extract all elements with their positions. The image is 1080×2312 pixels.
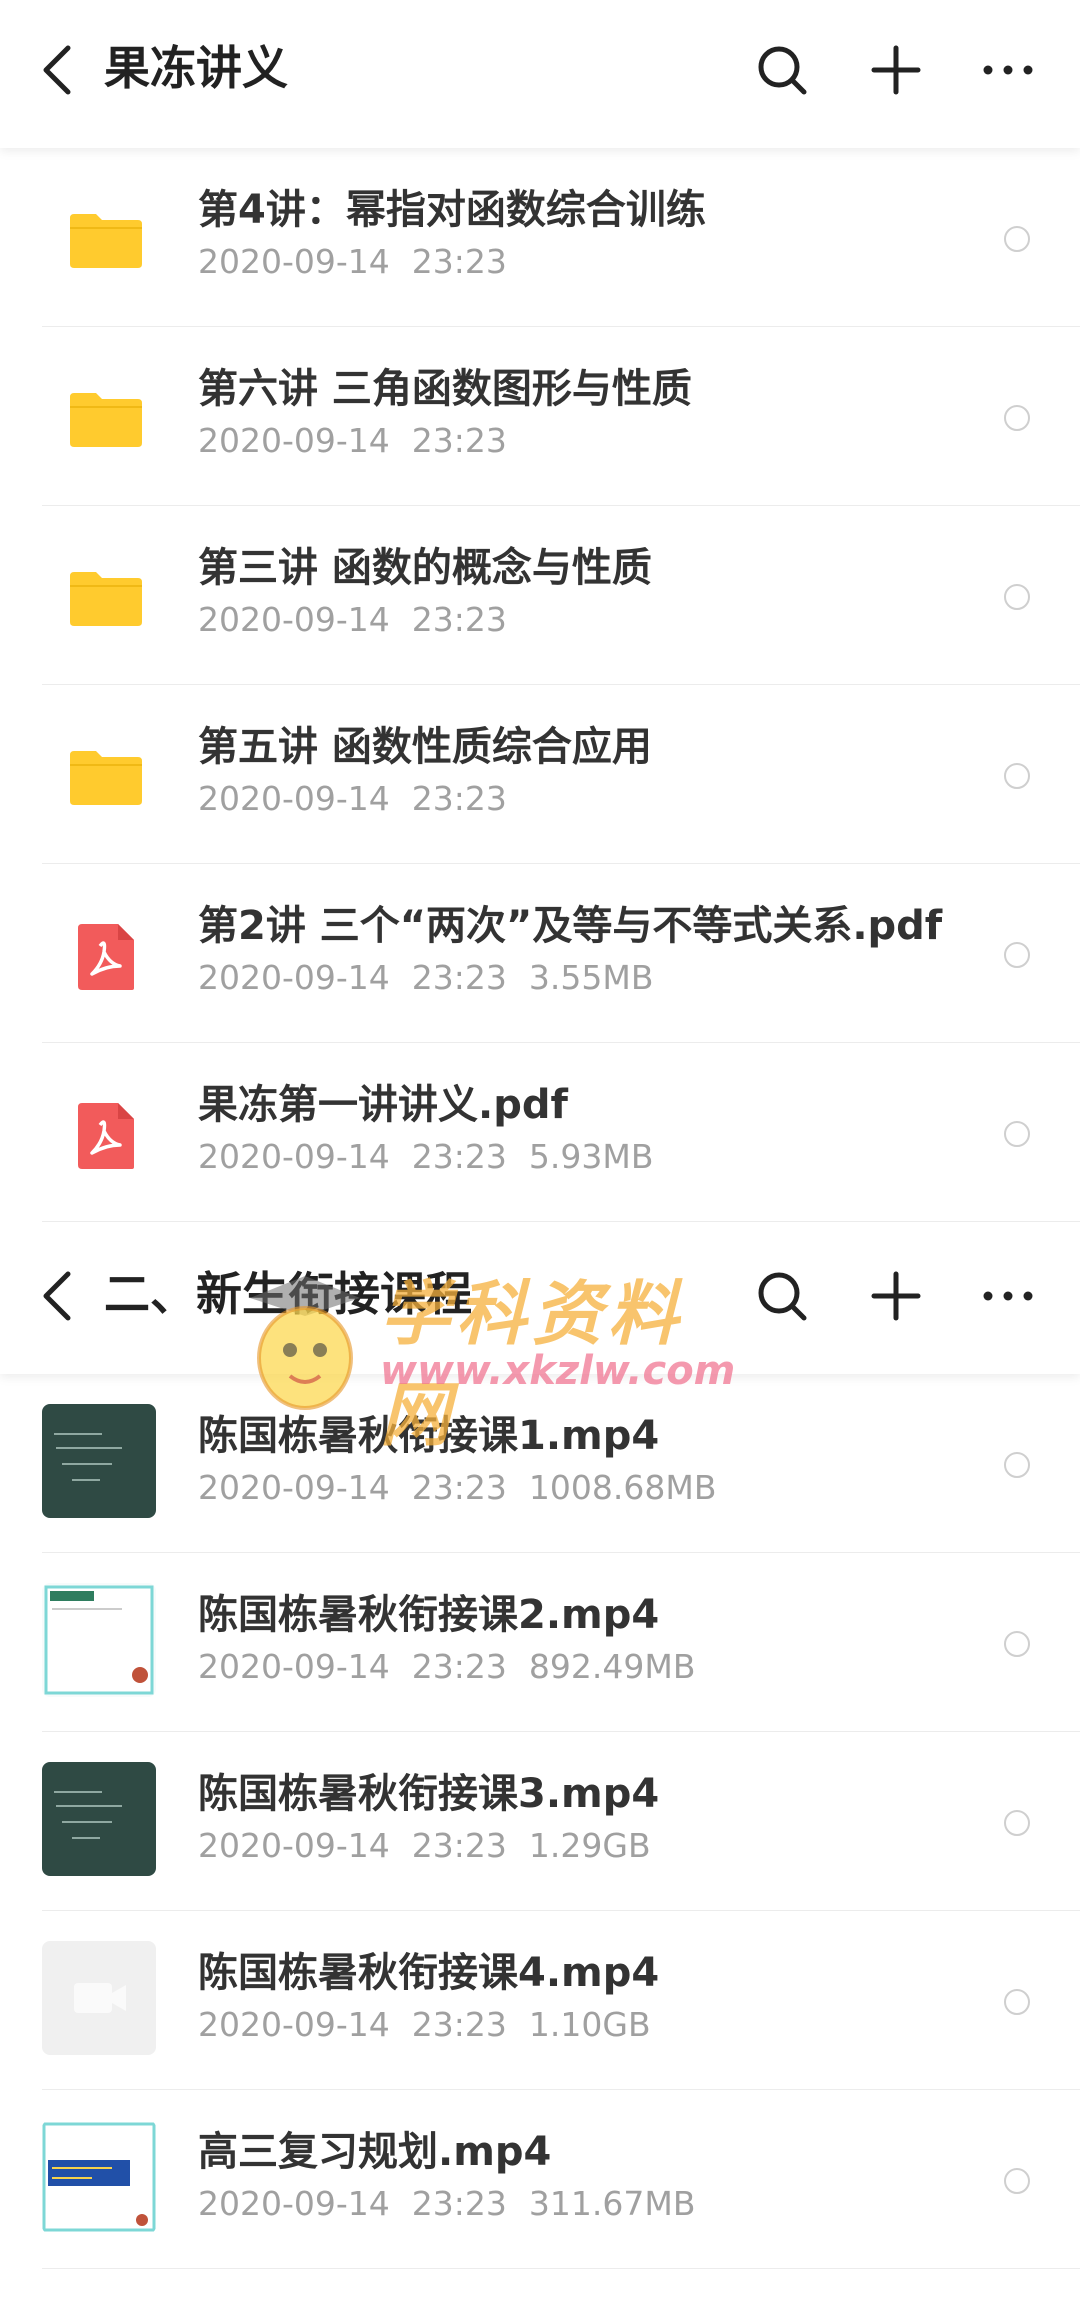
- file-size: 1.10GB: [528, 2005, 651, 2044]
- file-date: 2020-09-14: [198, 421, 390, 460]
- file-name: 陈国栋暑秋衔接课3.mp4: [198, 1771, 660, 1817]
- search-icon[interactable]: [752, 40, 812, 100]
- file-date: 2020-09-14: [198, 2005, 390, 2044]
- video-placeholder-icon: [42, 1941, 156, 2055]
- file-size: 5.93MB: [528, 1137, 654, 1176]
- file-name: 第六讲 三角函数图形与性质: [198, 366, 692, 412]
- file-date: 2020-09-14: [198, 242, 390, 281]
- add-button[interactable]: [866, 40, 926, 100]
- file-time: 23:23: [411, 779, 507, 818]
- file-time: 23:23: [411, 421, 507, 460]
- file-date: 2020-09-14: [198, 1826, 390, 1865]
- file-date: 2020-09-14: [198, 1137, 390, 1176]
- file-list: 第4讲：幂指对函数综合训练 2020-09-14 23:23 第六讲 三角函数图形与性…: [0, 148, 1080, 1222]
- file-meta: 2020-09-14 23:23: [198, 240, 529, 284]
- back-button[interactable]: [30, 40, 90, 100]
- file-row[interactable]: 陈国栋暑秋衔接课2.mp4 2020-09-14 23:23 892.49MB: [42, 1553, 1080, 1732]
- file-name: 高三复习规划.mp4: [198, 2129, 552, 2175]
- file-time: 23:23: [411, 242, 507, 281]
- file-row[interactable]: 陈国栋暑秋衔接课4.mp4 2020-09-14 23:23 1.10GB: [42, 1911, 1080, 2090]
- folder-screen-guodong: 果冻讲义 第4讲：幂指对函数综合训练 2020-09-14 23:23 第六讲 三角函…: [0, 0, 1080, 1226]
- file-size: 1008.68MB: [528, 1468, 717, 1507]
- file-row[interactable]: 高三复习规划.mp4 2020-09-14 23:23 311.67MB: [42, 2090, 1080, 2269]
- file-name: 陈国栋暑秋衔接课2.mp4: [198, 1592, 660, 1638]
- folder-icon: [70, 393, 142, 447]
- folder-row[interactable]: 第4讲：幂指对函数综合训练 2020-09-14 23:23: [42, 148, 1080, 327]
- file-time: 23:23: [411, 1468, 507, 1507]
- folder-icon: [70, 214, 142, 268]
- back-button[interactable]: [30, 1266, 90, 1326]
- select-radio[interactable]: [1004, 405, 1030, 431]
- video-thumbnail: [42, 1762, 156, 1876]
- file-time: 23:23: [411, 2005, 507, 2044]
- select-radio[interactable]: [1004, 584, 1030, 610]
- page-title: 果冻讲义: [104, 41, 288, 95]
- file-date: 2020-09-14: [198, 600, 390, 639]
- file-meta: 2020-09-14 23:23: [198, 419, 529, 463]
- video-thumbnail: [42, 1404, 156, 1518]
- file-name: 陈国栋暑秋衔接课4.mp4: [198, 1950, 660, 1996]
- file-meta: 2020-09-14 23:23 1.10GB: [198, 2003, 673, 2047]
- file-name: 第4讲：幂指对函数综合训练: [198, 187, 706, 233]
- pdf-icon: [78, 1103, 134, 1169]
- file-size: 311.67MB: [528, 2184, 696, 2223]
- pdf-icon: [78, 924, 134, 990]
- file-name: 第五讲 函数性质综合应用: [198, 724, 652, 770]
- folder-icon: [70, 751, 142, 805]
- more-options-button[interactable]: [978, 1266, 1038, 1326]
- file-meta: 2020-09-14 23:23 311.67MB: [198, 2182, 717, 2226]
- select-radio[interactable]: [1004, 942, 1030, 968]
- select-radio[interactable]: [1004, 1452, 1030, 1478]
- folder-row[interactable]: 第六讲 三角函数图形与性质 2020-09-14 23:23: [42, 327, 1080, 506]
- video-thumbnail: [42, 1583, 156, 1697]
- select-radio[interactable]: [1004, 1810, 1030, 1836]
- select-radio[interactable]: [1004, 1989, 1030, 2015]
- file-row[interactable]: 果冻第一讲讲义.pdf 2020-09-14 23:23 5.93MB: [42, 1043, 1080, 1222]
- file-size: 3.55MB: [528, 958, 654, 997]
- search-icon[interactable]: [752, 1266, 812, 1326]
- file-size: 1.29GB: [528, 1826, 651, 1865]
- file-name: 第2讲 三个“两次”及等与不等式关系.pdf: [198, 903, 943, 949]
- file-time: 23:23: [411, 1647, 507, 1686]
- folder-row[interactable]: 第三讲 函数的概念与性质 2020-09-14 23:23: [42, 506, 1080, 685]
- file-row[interactable]: 陈国栋暑秋衔接课3.mp4 2020-09-14 23:23 1.29GB: [42, 1732, 1080, 1911]
- select-radio[interactable]: [1004, 2168, 1030, 2194]
- select-radio[interactable]: [1004, 1121, 1030, 1147]
- add-button[interactable]: [866, 1266, 926, 1326]
- file-date: 2020-09-14: [198, 958, 390, 997]
- file-list: 陈国栋暑秋衔接课1.mp4 2020-09-14 23:23 1008.68MB 陈国栋…: [0, 1374, 1080, 2269]
- file-time: 23:23: [411, 1826, 507, 1865]
- select-radio[interactable]: [1004, 226, 1030, 252]
- file-meta: 2020-09-14 23:23 892.49MB: [198, 1645, 717, 1689]
- file-date: 2020-09-14: [198, 779, 390, 818]
- watermark-url: www.xkzlw.com: [380, 1348, 736, 1394]
- file-meta: 2020-09-14 23:23: [198, 777, 529, 821]
- file-date: 2020-09-14: [198, 1647, 390, 1686]
- select-radio[interactable]: [1004, 763, 1030, 789]
- file-meta: 2020-09-14 23:23 5.93MB: [198, 1135, 675, 1179]
- file-row[interactable]: 第2讲 三个“两次”及等与不等式关系.pdf 2020-09-14 23:23 3.5…: [42, 864, 1080, 1043]
- file-meta: 2020-09-14 23:23: [198, 598, 529, 642]
- file-meta: 2020-09-14 23:23 1.29GB: [198, 1824, 673, 1868]
- file-time: 23:23: [411, 600, 507, 639]
- file-time: 23:23: [411, 1137, 507, 1176]
- select-radio[interactable]: [1004, 1631, 1030, 1657]
- file-meta: 2020-09-14 23:23 1008.68MB: [198, 1466, 738, 1510]
- watermark: 学科资料网 www.xkzlw.com: [230, 1258, 750, 1456]
- file-size: 892.49MB: [528, 1647, 696, 1686]
- file-name: 果冻第一讲讲义.pdf: [198, 1082, 568, 1128]
- file-time: 23:23: [411, 2184, 507, 2223]
- file-date: 2020-09-14: [198, 1468, 390, 1507]
- folder-row[interactable]: 第五讲 函数性质综合应用 2020-09-14 23:23: [42, 685, 1080, 864]
- more-options-button[interactable]: [978, 40, 1038, 100]
- file-time: 23:23: [411, 958, 507, 997]
- file-name: 第三讲 函数的概念与性质: [198, 545, 652, 591]
- file-date: 2020-09-14: [198, 2184, 390, 2223]
- mascot-logo-icon: [250, 1276, 360, 1410]
- video-thumbnail: [42, 2120, 156, 2234]
- top-bar: 果冻讲义: [0, 0, 1080, 148]
- file-meta: 2020-09-14 23:23 3.55MB: [198, 956, 675, 1000]
- folder-icon: [70, 572, 142, 626]
